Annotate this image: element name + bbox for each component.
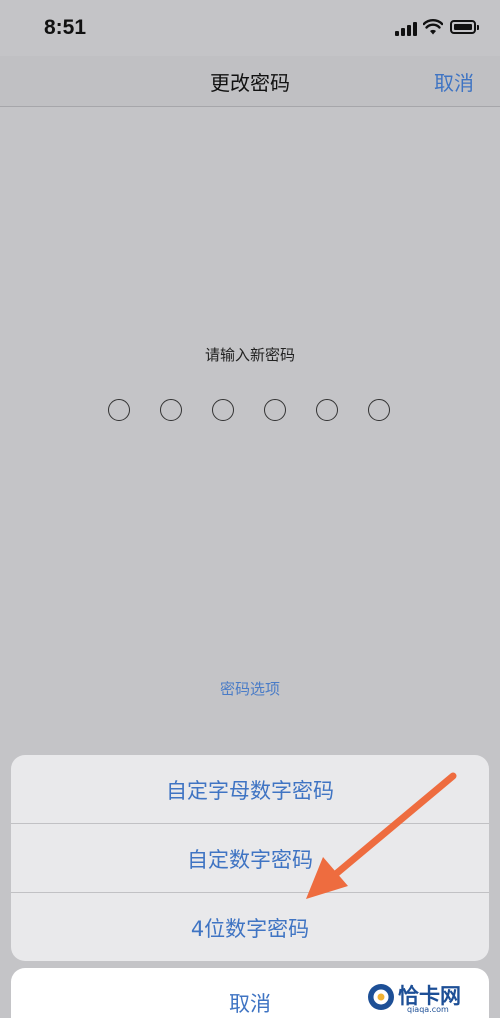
option-custom-alphanumeric[interactable]: 自定字母数字密码 (11, 755, 489, 824)
navigation-bar: 更改密码 取消 (0, 56, 500, 107)
site-watermark: 恰卡网 qiaqa.com (364, 978, 500, 1018)
option-4-digit-numeric[interactable]: 4位数字密码 (11, 893, 489, 961)
battery-icon (450, 20, 479, 34)
passcode-prompt: 请输入新密码 (204, 346, 295, 364)
passcode-dot (368, 399, 390, 421)
cellular-signal-icon (395, 22, 417, 36)
watermark-url: qiaqa.com (407, 1005, 449, 1014)
status-time: 8:51 (44, 16, 87, 39)
nav-cancel-button[interactable]: 取消 (434, 67, 474, 96)
passcode-dot (108, 399, 130, 421)
watermark-logo-icon (368, 984, 394, 1010)
wifi-icon (423, 19, 443, 35)
cancel-label: 取消 (229, 992, 271, 1016)
passcode-dot (316, 399, 338, 421)
status-bar: 8:51 (0, 0, 500, 56)
option-custom-numeric[interactable]: 自定数字密码 (11, 824, 489, 893)
passcode-dot (212, 399, 234, 421)
passcode-type-action-sheet: 自定字母数字密码 自定数字密码 4位数字密码 (11, 755, 489, 961)
passcode-dot (264, 399, 286, 421)
page-title: 更改密码 (210, 71, 290, 95)
passcode-dots[interactable] (0, 399, 500, 425)
passcode-dot (160, 399, 182, 421)
passcode-options-link[interactable]: 密码选项 (0, 678, 500, 699)
